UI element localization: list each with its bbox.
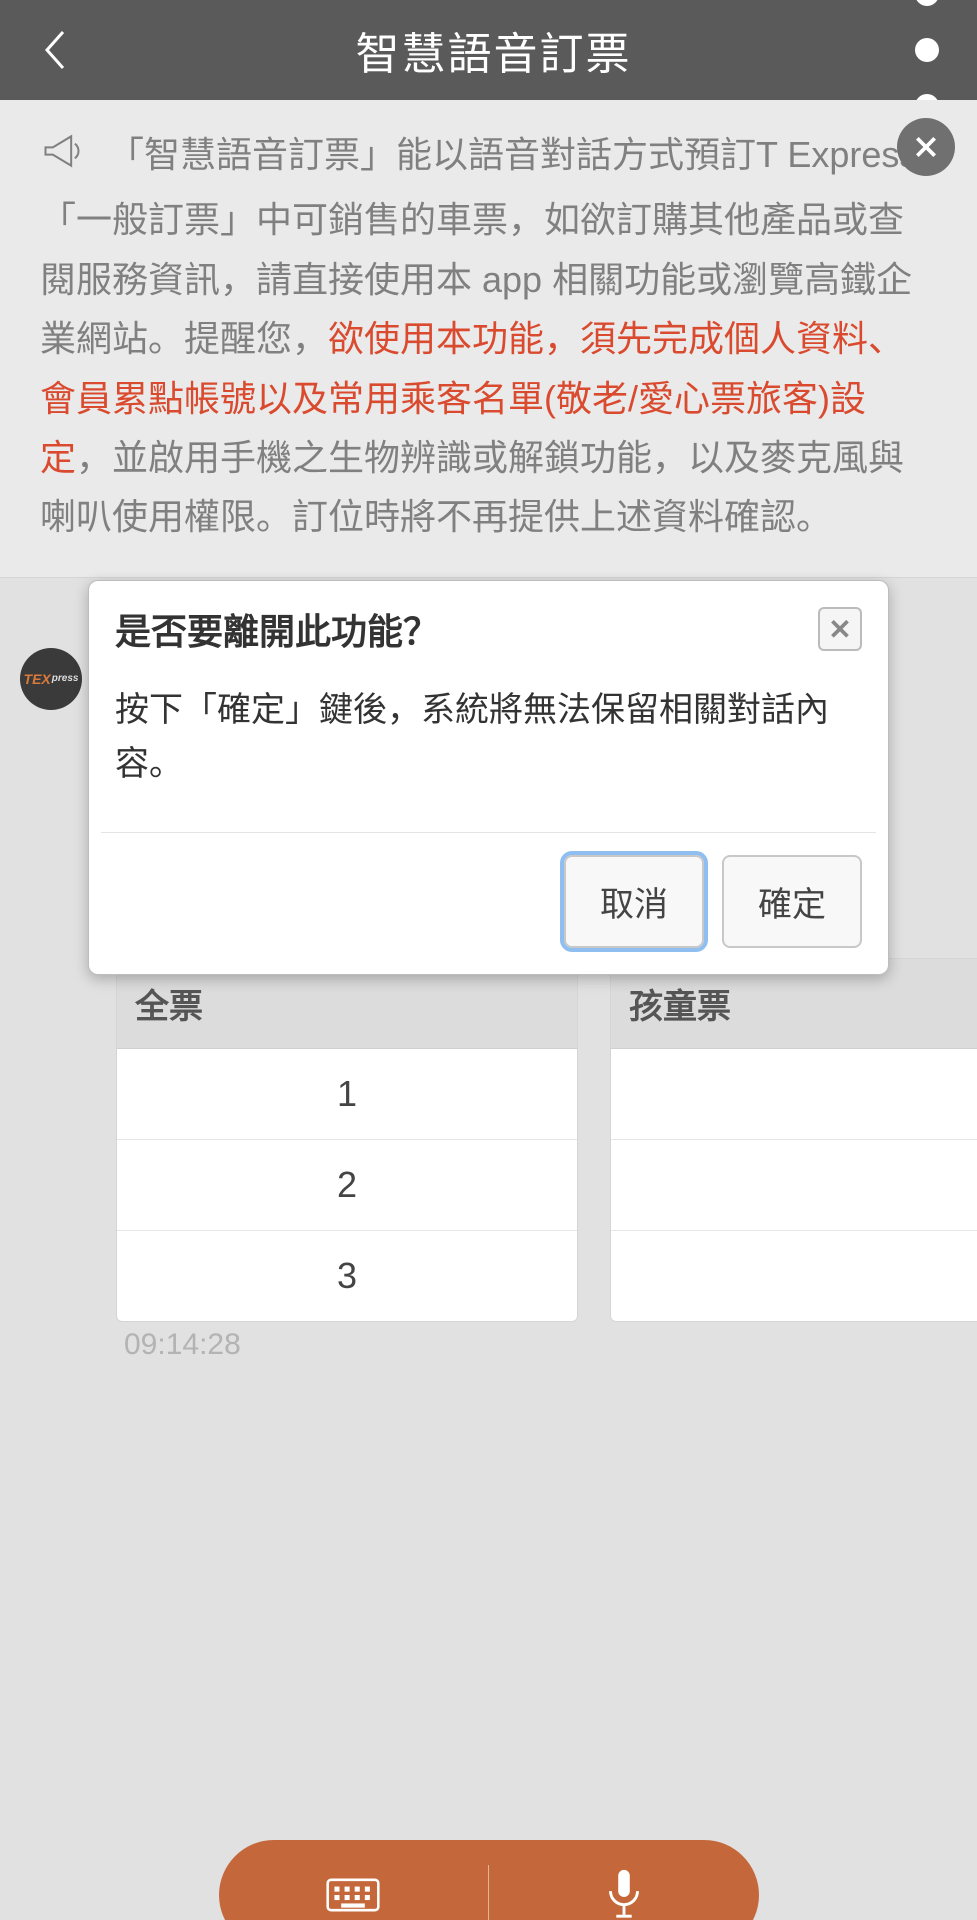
info-text-post: ，並啟用手機之生物辨識或解鎖功能，以及麥克風與喇叭使用權限。訂位時將不再提供上述…	[40, 437, 904, 537]
ticket-option[interactable]	[611, 1231, 977, 1321]
ticket-card-full: 全票 1 2 3	[116, 958, 578, 1322]
announcement-icon	[40, 129, 84, 190]
ticket-option[interactable]: 2	[117, 1140, 577, 1231]
dialog-header: 是否要離開此功能？ ✕	[89, 581, 888, 673]
voice-mode-button[interactable]	[489, 1840, 759, 1920]
dialog-body: 按下「確定」鍵後，系統將無法保留相關對話內容。	[89, 673, 888, 832]
ticket-option[interactable]: 1	[117, 1049, 577, 1140]
back-button[interactable]	[30, 25, 80, 75]
page-title: 智慧語音訂票	[356, 18, 632, 82]
avatar-main: TEX	[24, 671, 51, 687]
ticket-option[interactable]	[611, 1140, 977, 1231]
keyboard-mode-button[interactable]	[219, 1840, 489, 1920]
more-menu-button[interactable]	[907, 25, 947, 75]
info-banner: 「智慧語音訂票」能以語音對話方式預訂T Express「一般訂票」中可銷售的車票…	[0, 100, 977, 578]
leave-confirmation-dialog: 是否要離開此功能？ ✕ 按下「確定」鍵後，系統將無法保留相關對話內容。 取消 確…	[88, 580, 889, 975]
confirm-button[interactable]: 確定	[722, 855, 862, 948]
cancel-button[interactable]: 取消	[564, 855, 704, 948]
dialog-close-button[interactable]: ✕	[818, 607, 862, 651]
ticket-card-child: 孩童票	[610, 958, 977, 1322]
keyboard-icon	[326, 1868, 380, 1920]
message-timestamp: 09:14:28	[124, 1328, 241, 1362]
avatar-rest: press	[52, 673, 79, 684]
ticket-row: 全票 1 2 3 孩童票	[116, 958, 977, 1322]
close-info-button[interactable]	[897, 118, 955, 176]
microphone-icon	[597, 1868, 651, 1920]
title-bar: 智慧語音訂票	[0, 0, 977, 100]
ticket-option[interactable]	[611, 1049, 977, 1140]
dialog-title: 是否要離開此功能？	[115, 603, 439, 655]
input-mode-bar	[219, 1840, 759, 1920]
bot-avatar: TEXpress	[20, 648, 82, 710]
ticket-option[interactable]: 3	[117, 1231, 577, 1321]
dialog-actions: 取消 確定	[89, 833, 888, 974]
